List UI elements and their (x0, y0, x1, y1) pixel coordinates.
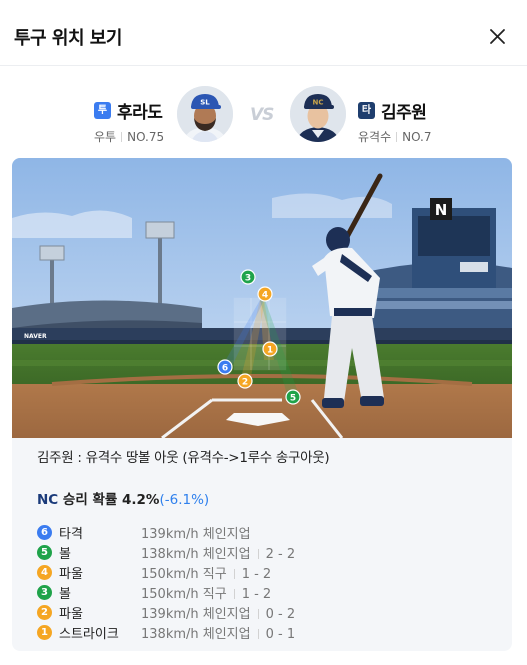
pitch-panel: N NAVER 3 4 1 6 2 5 김주원: 유격수 땅볼 아웃 (유격수… (12, 158, 512, 651)
batter-info: 타 김주원 유격수 NO.7 (358, 98, 432, 145)
svg-text:1: 1 (267, 346, 273, 356)
pitch-speed: 138km/h (141, 627, 199, 642)
pitch-result: 파울 (59, 607, 83, 622)
play-result-text: 김주원 : 유격수 땅볼 아웃 (유격수->1루수 송구아웃) (37, 450, 330, 466)
pitch-speed: 150km/h (141, 587, 199, 602)
close-icon (490, 29, 505, 44)
pitch-type: 체인지업 (202, 547, 251, 562)
pitcher-badge: 투 (94, 102, 111, 119)
close-button[interactable] (488, 27, 508, 47)
pitch-speed: 150km/h (141, 567, 199, 582)
scoreboard-logo: N (435, 201, 448, 219)
stadium-scene: N NAVER 3 4 1 6 2 5 (12, 158, 512, 438)
pitch-type: 체인지업 (202, 607, 251, 622)
pitch-number-badge: 4 (37, 564, 52, 580)
pitch-number-badge: 2 (37, 604, 52, 620)
pitcher-cap-logo: SL (200, 99, 210, 107)
pitch-count: 1 - 2 (241, 567, 272, 582)
svg-text:4: 4 (262, 291, 268, 301)
svg-text:2: 2 (242, 378, 248, 388)
pitcher-position: 우투 (94, 130, 117, 144)
pitch-count: 0 - 2 (265, 607, 296, 622)
pitch-number-badge: 6 (37, 524, 52, 540)
pitch-result: 볼 (59, 547, 71, 562)
pitch-type: 직구 (202, 587, 227, 602)
pitch-row[interactable]: 4 파울 150km/h 직구 1 - 2 (37, 562, 497, 582)
pitch-speed: 139km/h (141, 527, 199, 542)
pitch-marker-5[interactable]: 5 (285, 389, 301, 405)
batter-position: 유격수 (358, 130, 392, 144)
pitch-row[interactable]: 2 파울 139km/h 체인지업 0 - 2 (37, 602, 497, 622)
pitch-result: 스트라이크 (59, 627, 119, 642)
pitch-count: 0 - 1 (265, 627, 296, 642)
win-prob-value: 4.2% (122, 492, 160, 508)
pitch-number-badge: 5 (37, 544, 52, 560)
pitch-speed: 138km/h (141, 547, 199, 562)
pitch-marker-3[interactable]: 3 (240, 269, 256, 285)
win-prob-label: 승리 확률 (62, 492, 118, 508)
pitcher-number: NO.75 (127, 130, 165, 144)
svg-text:6: 6 (222, 364, 228, 374)
wall-banner: NAVER (24, 333, 47, 340)
modal-header: 투구 위치 보기 (0, 0, 527, 66)
win-prob-delta: (-6.1%) (159, 492, 210, 508)
pitch-count: 1 - 2 (241, 587, 272, 602)
pitch-marker-6[interactable]: 6 (217, 359, 233, 375)
svg-text:3: 3 (245, 274, 251, 284)
pitch-result: 파울 (59, 567, 83, 582)
pitch-marker-2[interactable]: 2 (237, 373, 253, 389)
vs-label: VS (250, 105, 274, 125)
batter-badge: 타 (358, 102, 375, 119)
pitch-number-badge: 3 (37, 584, 52, 600)
pitcher-name: 후라도 (117, 103, 163, 123)
pitch-row[interactable]: 1 스트라이크 138km/h 체인지업 0 - 1 (37, 622, 497, 642)
win-probability: NC 승리 확률 4.2%(-6.1%) (37, 488, 209, 508)
batter-avatar: NC (290, 86, 346, 142)
pitch-type: 직구 (202, 567, 227, 582)
pitch-type: 체인지업 (202, 527, 251, 542)
pitch-number-badge: 1 (37, 624, 52, 640)
pitch-count: 2 - 2 (265, 547, 296, 562)
batter-cap-logo: NC (313, 99, 324, 107)
modal-title: 투구 위치 보기 (14, 28, 122, 49)
pitch-speed: 139km/h (141, 607, 199, 622)
pitch-result: 타격 (59, 527, 83, 542)
batter-number: NO.7 (402, 130, 432, 144)
win-prob-team: NC (37, 492, 59, 508)
pitch-marker-4[interactable]: 4 (257, 286, 273, 302)
player-matchup: 투 후라도 우투 NO.75 SL VS NC 타 김주원 유격수 NO.7 (0, 80, 527, 150)
batter-name: 김주원 (381, 103, 427, 123)
pitch-list: 6 타격 139km/h 체인지업 5 볼 138km/h 체인지업 2 - 2 … (37, 522, 497, 642)
pitch-row[interactable]: 3 볼 150km/h 직구 1 - 2 (37, 582, 497, 602)
pitch-marker-1[interactable]: 1 (262, 341, 278, 357)
pitcher-avatar: SL (177, 86, 233, 142)
pitch-type: 체인지업 (202, 627, 251, 642)
pitch-result: 볼 (59, 587, 71, 602)
pitcher-info: 투 후라도 우투 NO.75 (94, 98, 164, 145)
svg-text:5: 5 (290, 394, 296, 404)
pitch-row[interactable]: 6 타격 139km/h 체인지업 (37, 522, 497, 542)
pitch-row[interactable]: 5 볼 138km/h 체인지업 2 - 2 (37, 542, 497, 562)
